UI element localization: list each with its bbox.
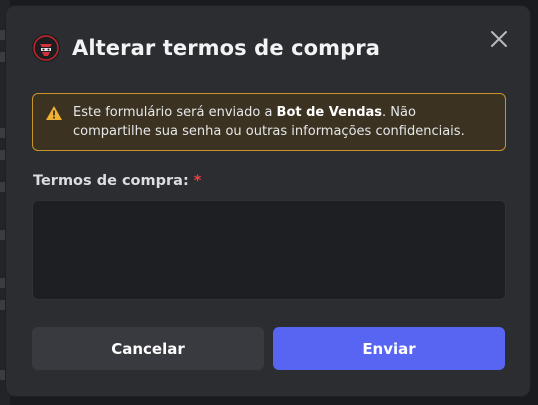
cancel-button[interactable]: Cancelar	[32, 327, 264, 370]
bot-avatar-icon	[32, 34, 60, 62]
modal-title: Alterar termos de compra	[72, 36, 380, 60]
warning-banner: Este formulário será enviado a Bot de Ve…	[32, 93, 506, 151]
terms-field-label: Termos de compra: *	[33, 173, 202, 189]
modal-dialog: Alterar termos de compra Este formulário…	[5, 5, 531, 397]
modal-header: Alterar termos de compra	[32, 34, 380, 62]
close-icon[interactable]	[488, 28, 510, 50]
required-marker: *	[193, 173, 202, 189]
submit-button[interactable]: Enviar	[273, 327, 505, 370]
terms-textarea[interactable]	[32, 200, 506, 300]
bot-name: Bot de Vendas	[276, 105, 383, 120]
warning-text: Este formulário será enviado a Bot de Ve…	[73, 105, 465, 139]
warning-icon	[45, 105, 63, 121]
